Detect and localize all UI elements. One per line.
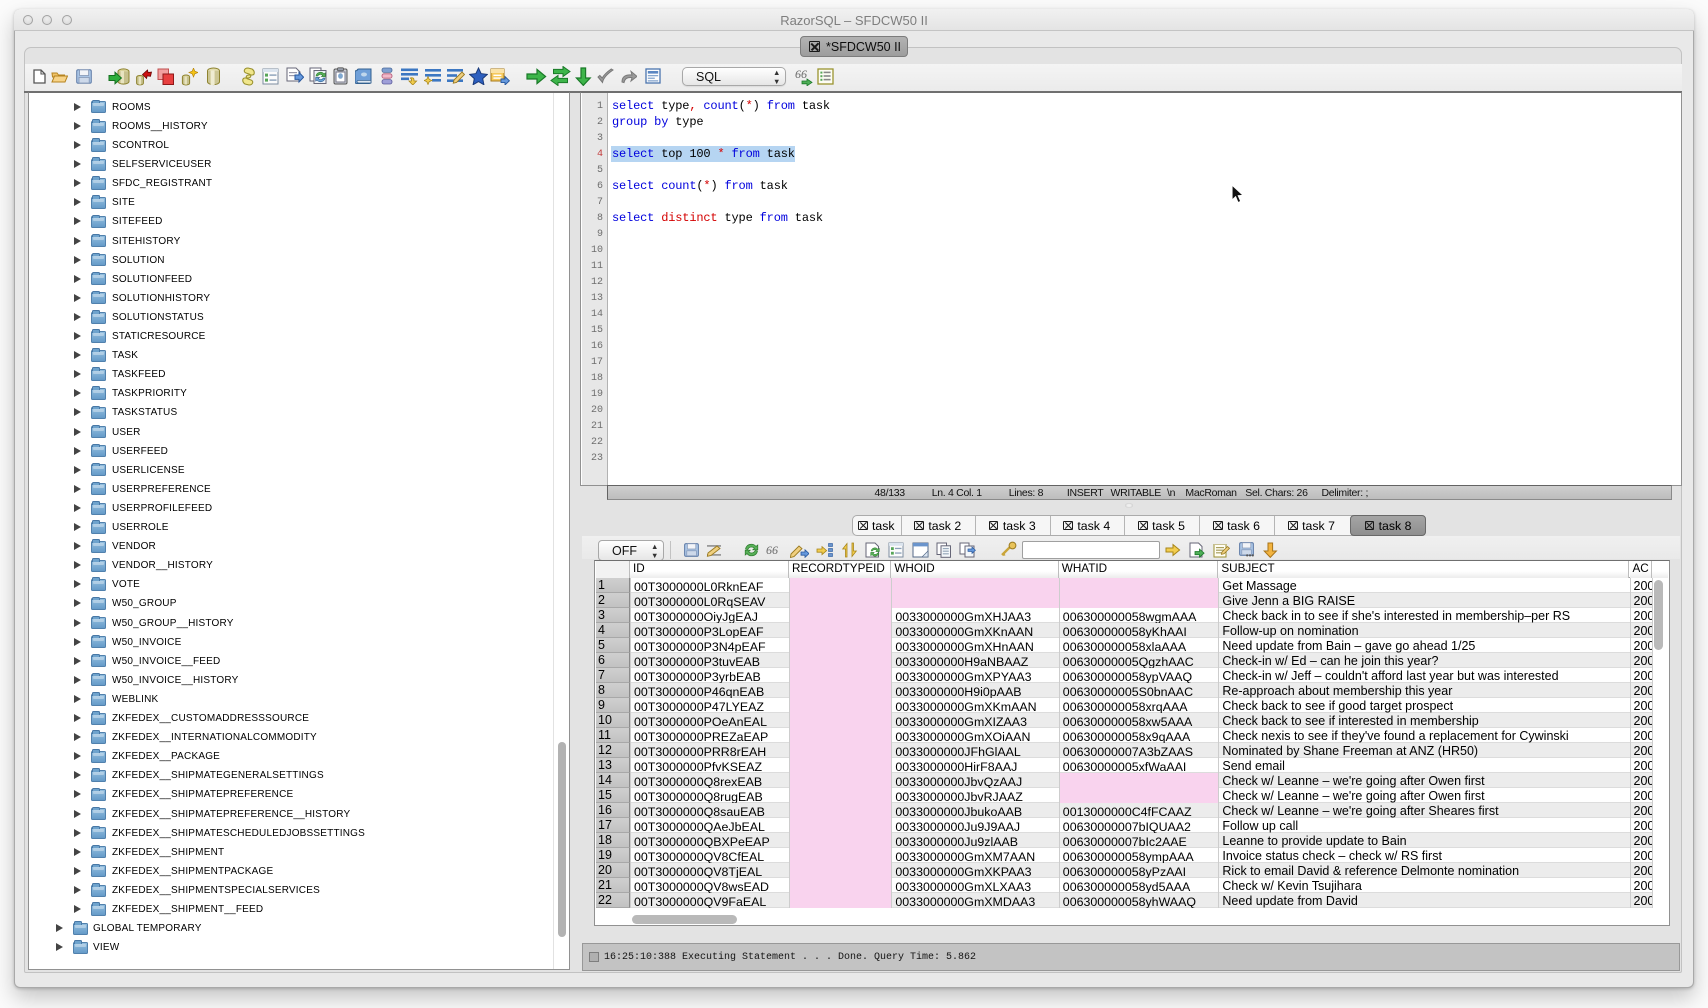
svg-text:66: 66 — [766, 543, 778, 557]
svg-text:66: 66 — [795, 67, 807, 81]
